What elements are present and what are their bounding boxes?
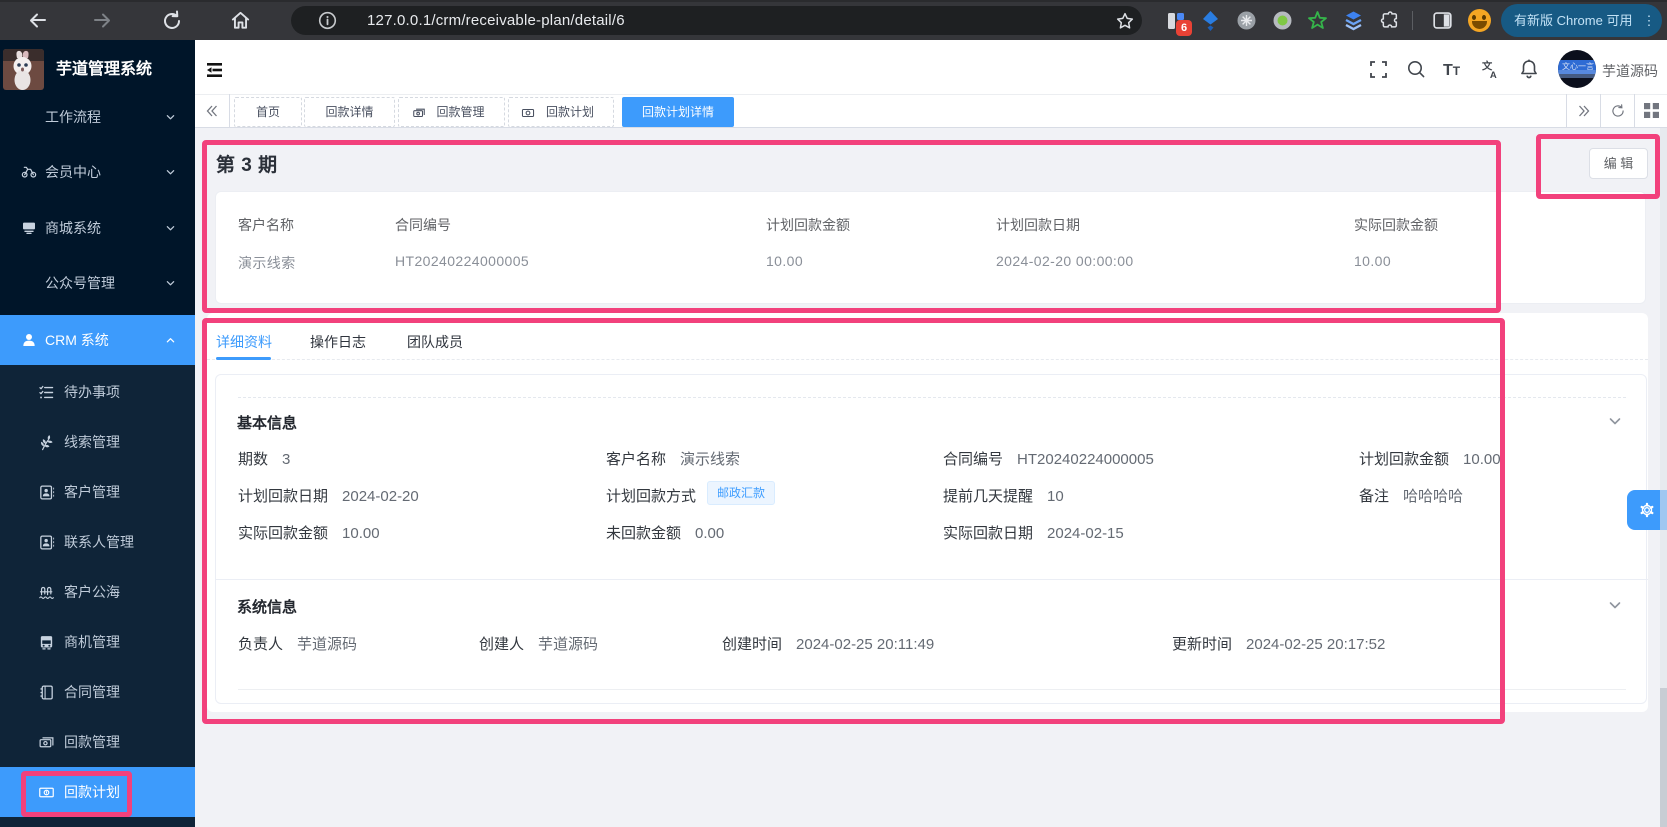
svg-text:A: A <box>1490 70 1497 79</box>
